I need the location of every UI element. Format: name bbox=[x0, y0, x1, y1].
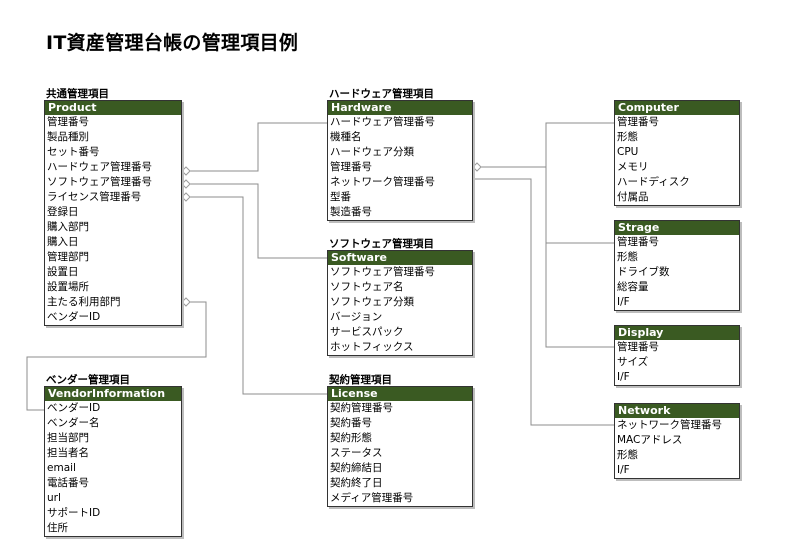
group-label-license: 契約管理項目 bbox=[329, 374, 392, 386]
entity-header: Network bbox=[615, 404, 739, 418]
entity-strage[interactable]: Strage 管理番号 形態 ドライブ数 総容量 I/F bbox=[614, 220, 740, 311]
field-row: 登録日 bbox=[47, 206, 79, 218]
field-row: 管理番号 bbox=[617, 116, 659, 128]
field-row: ハードウェア分類 bbox=[330, 146, 414, 158]
field-row: ベンダーID bbox=[47, 402, 101, 414]
entity-header: Strage bbox=[615, 221, 739, 235]
field-row: 購入日 bbox=[47, 236, 79, 248]
field-row: 管理番号 bbox=[617, 236, 659, 248]
field-row: 契約形態 bbox=[330, 432, 372, 444]
field-row: サポートID bbox=[47, 507, 101, 519]
field-row: ソフトウェア管理番号 bbox=[47, 176, 152, 188]
field-row: 管理番号 bbox=[330, 161, 372, 173]
connector-hardware-computer bbox=[481, 122, 614, 168]
field-row: ソフトウェア管理番号 bbox=[330, 266, 435, 278]
entity-computer[interactable]: Computer 管理番号 形態 CPU メモリ ハードディスク 付属品 bbox=[614, 100, 740, 206]
field-row: ベンダー名 bbox=[47, 417, 100, 429]
field-row: MACアドレス bbox=[617, 434, 683, 446]
field-row: ハードディスク bbox=[617, 176, 690, 188]
field-row: 管理番号 bbox=[47, 116, 89, 128]
field-row: 契約管理番号 bbox=[330, 402, 393, 414]
field-row: メディア管理番号 bbox=[330, 492, 414, 504]
field-row: バージョン bbox=[330, 311, 383, 323]
entity-header: License bbox=[328, 387, 472, 401]
field-row: 総容量 bbox=[617, 281, 649, 293]
entity-header: VendorInformation bbox=[45, 387, 181, 401]
field-row: 電話番号 bbox=[47, 477, 89, 489]
field-row: CPU bbox=[617, 146, 639, 158]
field-row: 機種名 bbox=[330, 131, 362, 143]
entity-license[interactable]: License 契約管理番号 契約番号 契約形態 ステータス 契約締結日 契約終… bbox=[327, 386, 473, 507]
entity-header: Display bbox=[615, 326, 739, 340]
entity-software[interactable]: Software ソフトウェア管理番号 ソフトウェア名 ソフトウェア分類 バージ… bbox=[327, 250, 473, 356]
field-row: 付属品 bbox=[617, 191, 649, 203]
entity-header: Software bbox=[328, 251, 472, 265]
entity-product[interactable]: Product 管理番号 製品種別 セット番号 ハードウェア管理番号 ソフトウェ… bbox=[44, 100, 182, 326]
group-label-product: 共通管理項目 bbox=[46, 88, 109, 100]
field-row: ソフトウェア名 bbox=[330, 281, 404, 293]
diamond-icon bbox=[181, 166, 191, 176]
field-row: 担当部門 bbox=[47, 432, 89, 444]
field-row: 製品種別 bbox=[47, 131, 89, 143]
diamond-icon bbox=[181, 297, 191, 307]
entity-network[interactable]: Network ネットワーク管理番号 MACアドレス 形態 I/F bbox=[614, 403, 740, 479]
diamond-icon bbox=[472, 162, 482, 172]
entity-vendor[interactable]: VendorInformation ベンダーID ベンダー名 担当部門 担当者名… bbox=[44, 386, 182, 537]
entity-header: Hardware bbox=[328, 101, 472, 115]
field-row: I/F bbox=[617, 464, 630, 476]
field-row: ライセンス管理番号 bbox=[47, 191, 142, 203]
field-row: 形態 bbox=[617, 131, 638, 143]
field-row: 契約終了日 bbox=[330, 477, 383, 489]
field-row: ネットワーク管理番号 bbox=[330, 176, 435, 188]
field-row: ネットワーク管理番号 bbox=[617, 419, 722, 431]
field-row: 担当者名 bbox=[47, 447, 89, 459]
field-row: 製造番号 bbox=[330, 206, 372, 218]
field-row: 設置日 bbox=[47, 266, 79, 278]
field-row: セット番号 bbox=[47, 146, 100, 158]
field-row: 設置場所 bbox=[47, 281, 89, 293]
entity-display[interactable]: Display 管理番号 サイズ I/F bbox=[614, 325, 740, 386]
field-row: 形態 bbox=[617, 251, 638, 263]
field-row: ドライブ数 bbox=[617, 266, 670, 278]
entity-header: Computer bbox=[615, 101, 739, 115]
field-row: url bbox=[47, 492, 61, 504]
field-row: ハードウェア管理番号 bbox=[330, 116, 435, 128]
group-label-hardware: ハードウェア管理項目 bbox=[329, 88, 434, 100]
field-row: 型番 bbox=[330, 191, 351, 203]
connector-product-hardware bbox=[190, 122, 327, 172]
field-row: メモリ bbox=[617, 161, 649, 173]
diamond-icon bbox=[181, 192, 191, 202]
field-row: I/F bbox=[617, 296, 630, 308]
field-row: ステータス bbox=[330, 447, 383, 459]
field-row: サイズ bbox=[617, 356, 649, 368]
field-row: 契約締結日 bbox=[330, 462, 383, 474]
connector-hardware-strage bbox=[545, 167, 614, 244]
connector-product-software bbox=[190, 183, 327, 259]
field-row: 購入部門 bbox=[47, 221, 89, 233]
field-row: ベンダーID bbox=[47, 311, 101, 323]
entity-header: Product bbox=[45, 101, 181, 115]
field-row: 住所 bbox=[47, 522, 68, 534]
field-row: ソフトウェア分類 bbox=[330, 296, 414, 308]
connector-hardware-display bbox=[545, 243, 614, 348]
field-row: email bbox=[47, 462, 76, 474]
field-row: ハードウェア管理番号 bbox=[47, 161, 152, 173]
field-row: サービスパック bbox=[330, 326, 404, 338]
field-row: I/F bbox=[617, 371, 630, 383]
diamond-icon bbox=[181, 179, 191, 189]
field-row: ホットフィックス bbox=[330, 341, 414, 353]
field-row: 管理番号 bbox=[617, 341, 659, 353]
group-label-software: ソフトウェア管理項目 bbox=[329, 238, 434, 250]
entity-hardware[interactable]: Hardware ハードウェア管理番号 機種名 ハードウェア分類 管理番号 ネッ… bbox=[327, 100, 473, 221]
field-row: 契約番号 bbox=[330, 417, 372, 429]
connector-hardware-network bbox=[472, 178, 614, 426]
field-row: 主たる利用部門 bbox=[47, 296, 121, 308]
group-label-vendor: ベンダー管理項目 bbox=[46, 374, 130, 386]
field-row: 形態 bbox=[617, 449, 638, 461]
field-row: 管理部門 bbox=[47, 251, 89, 263]
